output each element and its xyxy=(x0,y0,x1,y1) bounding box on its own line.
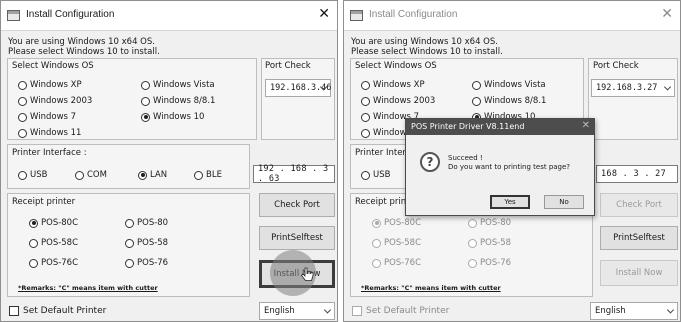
radio-pos-80[interactable]: POS-80 xyxy=(468,218,511,228)
radio-pos-58[interactable]: POS-58 xyxy=(468,238,511,248)
close-icon[interactable]: ✕ xyxy=(661,6,673,22)
chevron-down-icon xyxy=(666,306,675,314)
remarks-note: *Remarks: "C" means item with cutter xyxy=(361,284,501,292)
radio-ble[interactable]: BLE xyxy=(194,170,222,180)
install-config-window-left: Install Configuration ✕ You are using Wi… xyxy=(0,0,338,322)
radio-windows-8[interactable]: Windows 8/8.1 xyxy=(141,96,215,106)
radio-usb[interactable]: USB xyxy=(361,170,390,180)
set-default-printer-checkbox[interactable]: Set Default Printer xyxy=(9,306,106,316)
os-info: You are using Windows 10 x64 OS. Please … xyxy=(8,37,160,57)
port-check-label: Port Check xyxy=(265,61,311,71)
no-button[interactable]: No xyxy=(544,195,584,209)
radio-usb[interactable]: USB xyxy=(18,170,47,180)
chevron-down-icon xyxy=(323,306,332,314)
os-info-line1: You are using Windows 10 x64 OS. xyxy=(351,37,498,47)
close-icon[interactable]: ✕ xyxy=(582,120,590,131)
print-selftest-button[interactable]: PrintSelftest xyxy=(600,226,678,250)
check-port-button[interactable]: Check Port xyxy=(600,193,678,217)
radio-windows-2003[interactable]: Windows 2003 xyxy=(18,96,92,106)
radio-windows-2003[interactable]: Windows 2003 xyxy=(361,96,435,106)
os-group-label: Select Windows OS xyxy=(12,61,94,71)
success-dialog: POS Printer Driver V8.11end ✕ ? Succeed … xyxy=(405,118,595,216)
radio-pos-76[interactable]: POS-76 xyxy=(468,258,511,268)
window-title: Install Configuration xyxy=(369,9,458,20)
app-icon xyxy=(350,10,363,21)
os-info-line2: Please select Windows 10 to install. xyxy=(351,47,503,57)
set-default-printer-checkbox[interactable]: Set Default Printer xyxy=(352,306,449,316)
dialog-title: POS Printer Driver V8.11end xyxy=(406,119,594,135)
print-selftest-button[interactable]: PrintSelftest xyxy=(259,226,335,250)
install-now-button[interactable]: Install Now xyxy=(600,260,678,286)
radio-pos-58[interactable]: POS-58 xyxy=(125,238,168,248)
ip-address-input[interactable]: 192 . 168 . 3 . 63 xyxy=(253,164,335,184)
os-info-line1: You are using Windows 10 x64 OS. xyxy=(8,37,155,47)
os-info: You are using Windows 10 x64 OS. Please … xyxy=(351,37,503,57)
radio-pos-58c[interactable]: POS-58C xyxy=(29,238,78,248)
radio-pos-80c[interactable]: POS-80C xyxy=(372,218,421,228)
port-check-label: Port Check xyxy=(593,61,639,71)
chevron-down-icon xyxy=(663,83,672,91)
radio-pos-80[interactable]: POS-80 xyxy=(125,218,168,228)
question-icon: ? xyxy=(420,152,440,172)
radio-windows-10[interactable]: Windows 10 xyxy=(141,112,204,122)
radio-pos-76[interactable]: POS-76 xyxy=(125,258,168,268)
printer-interface-label: Printer Interface : xyxy=(12,148,87,158)
language-select[interactable]: English xyxy=(259,302,335,320)
radio-pos-58c[interactable]: POS-58C xyxy=(372,238,421,248)
close-icon[interactable]: ✕ xyxy=(318,6,330,22)
radio-windows-11[interactable]: Windows 11 xyxy=(18,128,81,138)
port-select[interactable]: 192.168.3.27 xyxy=(591,79,675,97)
radio-pos-76c[interactable]: POS-76C xyxy=(29,258,78,268)
os-group-label: Select Windows OS xyxy=(355,61,437,71)
title-bar: Install Configuration ✕ xyxy=(1,1,337,31)
radio-windows-xp[interactable]: Windows XP xyxy=(18,80,82,90)
yes-button[interactable]: Yes xyxy=(490,195,530,209)
radio-windows-vista[interactable]: Windows Vista xyxy=(141,80,215,90)
language-select[interactable]: English xyxy=(590,302,678,320)
title-bar: Install Configuration ✕ xyxy=(344,1,680,31)
radio-windows-vista[interactable]: Windows Vista xyxy=(472,80,546,90)
radio-pos-80c[interactable]: POS-80C xyxy=(29,218,78,228)
radio-lan[interactable]: LAN xyxy=(138,170,167,180)
hand-cursor-icon xyxy=(301,267,314,281)
radio-pos-76c[interactable]: POS-76C xyxy=(372,258,421,268)
ip-address-input[interactable]: 168 . 3 . 27 xyxy=(596,165,678,183)
app-icon xyxy=(7,10,20,21)
receipt-printer-label: Receipt printer xyxy=(12,197,76,207)
remarks-note: *Remarks: "C" means item with cutter xyxy=(18,284,158,292)
os-info-line2: Please select Windows 10 to install. xyxy=(8,47,160,57)
port-select[interactable]: 192.168.3.46 xyxy=(265,79,331,97)
radio-com[interactable]: COM xyxy=(75,170,107,180)
radio-windows-xp[interactable]: Windows XP xyxy=(361,80,425,90)
radio-windows-8[interactable]: Windows 8/8.1 xyxy=(472,96,546,106)
radio-windows-7[interactable]: Windows 7 xyxy=(18,112,76,122)
check-port-button[interactable]: Check Port xyxy=(259,193,335,217)
window-title: Install Configuration xyxy=(26,9,115,20)
dialog-message: Succeed ! Do you want to printing test p… xyxy=(448,154,571,171)
